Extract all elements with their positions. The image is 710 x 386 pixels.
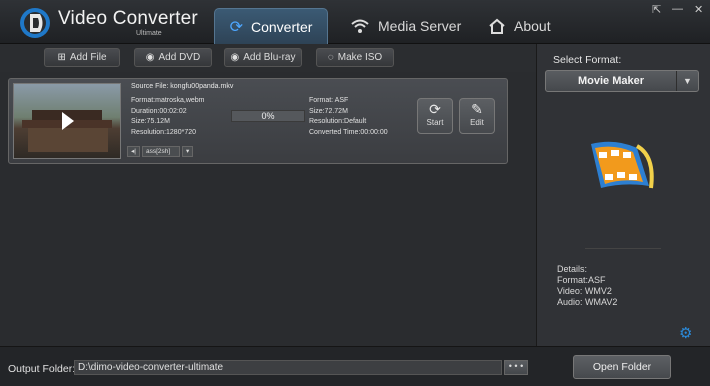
close-button[interactable]: ✕ [694, 3, 703, 16]
open-folder-button[interactable]: Open Folder [573, 355, 671, 379]
details-video: Video: WMV2 [557, 286, 612, 296]
edit-button[interactable]: ✎ Edit [459, 98, 495, 134]
refresh-icon: ⟳ [229, 18, 243, 36]
browse-button[interactable]: • • • [504, 360, 528, 375]
target-meta: Format: ASF Size:72.72M Resolution:Defau… [309, 96, 388, 138]
output-folder-field[interactable]: D:\dimo-video-converter-ultimate [74, 360, 502, 375]
app-subtitle: Ultimate [136, 30, 162, 37]
target-resolution: Resolution:Default [309, 118, 367, 125]
source-meta: Format:matroska,webm Duration:00:02:02 S… [131, 96, 205, 138]
divider [585, 248, 661, 249]
target-size: Size:72.72M [309, 107, 348, 115]
progress-text: 0% [261, 111, 275, 121]
source-duration: Duration:00:02:02 [131, 107, 187, 115]
speaker-icon[interactable]: ◂| [127, 146, 140, 157]
start-button[interactable]: ⟳ Start [417, 98, 453, 134]
wifi-icon [351, 19, 369, 33]
make-iso-button[interactable]: ◌ Make ISO [316, 48, 394, 67]
format-value: Movie Maker [577, 75, 645, 87]
details-format: Format:ASF [557, 275, 606, 285]
title-bar: Video Converter Ultimate ⟳ Converter Med… [0, 0, 710, 44]
tab-about-label: About [514, 18, 551, 34]
tab-media-server[interactable]: Media Server [336, 8, 475, 44]
disc-icon: ◉ [145, 52, 155, 63]
converted-time: Converted Time:00:00:00 [309, 128, 388, 136]
source-resolution: Resolution:1280*720 [131, 128, 196, 136]
tab-converter-label: Converter [250, 18, 313, 35]
source-format: Format:matroska,webm [131, 97, 205, 104]
chevron-down-icon[interactable]: ▼ [676, 71, 698, 91]
source-file: Source File: kongfu00panda.mkv [131, 83, 234, 90]
app-title: Video Converter [58, 8, 198, 29]
play-icon[interactable] [62, 112, 74, 130]
add-bluray-button[interactable]: ◉ Add Blu-ray [224, 48, 302, 67]
gear-icon[interactable]: ⚙ [679, 324, 692, 342]
format-dropdown[interactable]: Movie Maker ▼ [545, 70, 699, 92]
share-icon[interactable]: ⇱ [652, 3, 661, 16]
add-dvd-label: Add DVD [158, 52, 201, 63]
format-panel: Select Format: Movie Maker ▼ Details: Fo… [536, 44, 710, 346]
make-iso-label: Make ISO [337, 52, 383, 63]
source-size: Size:75.12M [131, 118, 170, 125]
add-file-button[interactable]: ⊞ Add File [44, 48, 120, 67]
progress-bar: 0% [231, 110, 305, 122]
movie-maker-icon [591, 141, 654, 189]
iso-icon: ◌ [327, 52, 334, 63]
open-folder-label: Open Folder [592, 361, 652, 373]
format-details: Details: Format:ASF Video: WMV2 Audio: W… [557, 264, 617, 308]
bottom-bar: Output Folder: D:\dimo-video-converter-u… [0, 346, 710, 386]
add-file-icon: ⊞ [57, 52, 66, 63]
subtitle-selector[interactable]: ◂| ass[2sh] ▾ [127, 146, 194, 157]
video-thumbnail[interactable] [13, 83, 121, 159]
select-format-label: Select Format: [553, 54, 622, 66]
tab-media-server-label: Media Server [378, 18, 462, 34]
output-folder-label: Output Folder: [8, 363, 76, 375]
tab-about[interactable]: About [474, 8, 565, 44]
target-format: Format: ASF [309, 97, 349, 104]
add-bluray-label: Add Blu-ray [243, 52, 296, 63]
chevron-down-icon[interactable]: ▾ [181, 146, 194, 157]
file-row[interactable]: Source File: kongfu00panda.mkv Format:ma… [8, 78, 508, 164]
tab-converter[interactable]: ⟳ Converter [214, 8, 328, 44]
refresh-icon: ⟳ [429, 101, 441, 117]
home-icon [489, 18, 505, 34]
start-label: Start [426, 118, 444, 127]
details-audio: Audio: WMAV2 [557, 297, 618, 307]
subtitle-value[interactable]: ass[2sh] [141, 146, 180, 157]
details-heading: Details: [557, 264, 588, 274]
add-file-label: Add File [69, 52, 107, 63]
app-logo-icon [20, 8, 50, 38]
file-list: Source File: kongfu00panda.mkv Format:ma… [0, 72, 536, 346]
edit-icon: ✎ [471, 101, 483, 117]
add-dvd-button[interactable]: ◉ Add DVD [134, 48, 212, 67]
thumb-building [28, 128, 108, 152]
toolbar: ⊞ Add File ◉ Add DVD ◉ Add Blu-ray ◌ Mak… [0, 44, 536, 72]
edit-label: Edit [470, 118, 484, 127]
bluray-disc-icon: ◉ [230, 52, 240, 63]
minimize-button[interactable]: — [672, 3, 683, 15]
